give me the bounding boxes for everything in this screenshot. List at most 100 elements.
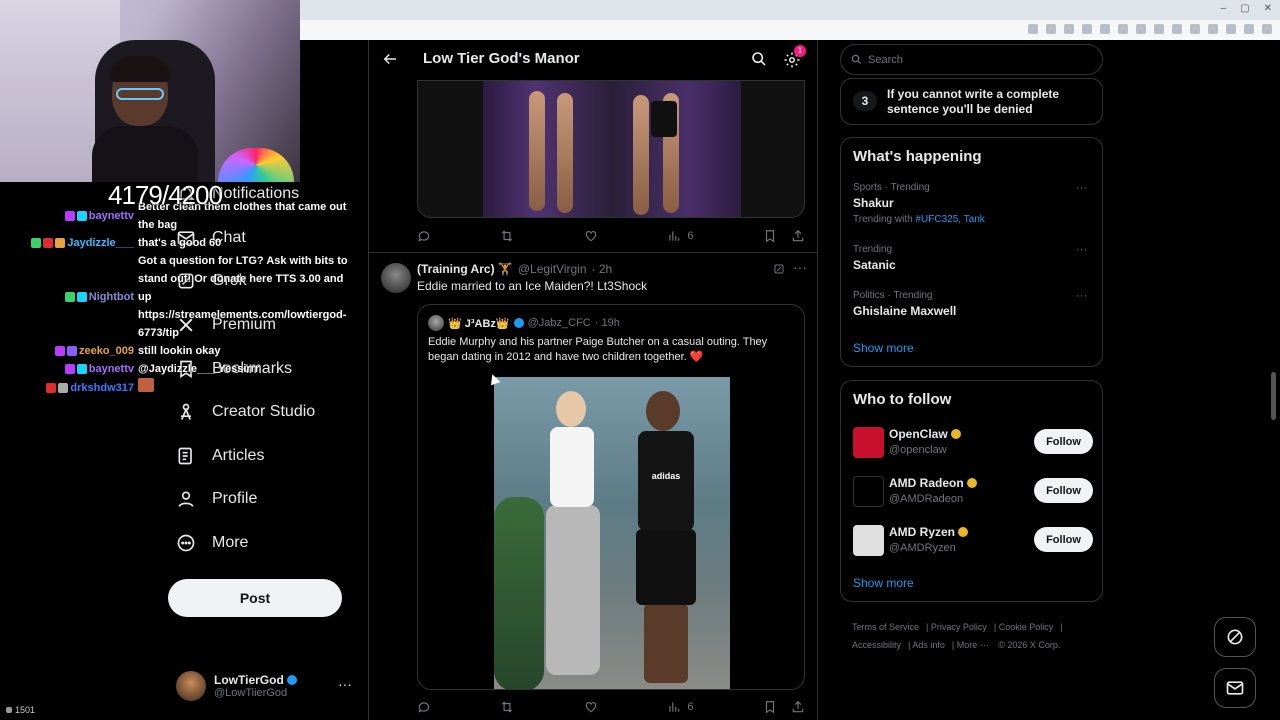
browser-title-bar: – ▢ ✕	[300, 0, 1280, 20]
trend-category: Sports · Trending	[853, 182, 930, 193]
chat-username: baynettv	[88, 363, 134, 375]
shirt-logo: adidas	[651, 471, 681, 481]
trend-more-icon[interactable]: ···	[1076, 244, 1087, 256]
follow-button[interactable]: Follow	[1034, 429, 1093, 454]
share-icon[interactable]	[791, 700, 805, 714]
footer-links: Terms of Service | Privacy Policy | Cookie…	[852, 622, 1063, 650]
footer-more[interactable]: More ···	[957, 640, 989, 650]
stream-chat: baynettv Better clean them clothes that …	[0, 198, 360, 398]
trend-category: Politics · Trending	[853, 290, 933, 301]
repost-icon[interactable]	[500, 229, 514, 243]
chat-message: Nightbot Got a question for LTG? Ask wit…	[0, 252, 360, 342]
trend-name: Shakur	[853, 196, 894, 210]
trend-with-tags[interactable]: #UFC325, Tank	[915, 214, 984, 225]
account-name: LowTierGod	[214, 673, 284, 687]
avatar	[853, 476, 884, 507]
scrollbar[interactable]	[1271, 372, 1276, 420]
nav-more[interactable]: More	[176, 533, 248, 553]
views-icon	[669, 702, 680, 712]
follow-suggestion[interactable]: AMD Radeon @AMDRadeon Follow	[853, 474, 1093, 508]
chat-message: drkshdw317	[0, 378, 360, 398]
window-controls[interactable]: – ▢ ✕	[1221, 3, 1272, 14]
tweet-more-icon[interactable]: ···	[793, 259, 807, 275]
nav-profile[interactable]: Profile	[176, 489, 257, 509]
nav-more-label: More	[212, 534, 249, 551]
follow-button[interactable]: Follow	[1034, 478, 1093, 503]
bookmark-icon[interactable]	[763, 229, 777, 243]
trend-more-icon[interactable]: ···	[1076, 290, 1087, 302]
bot-badge-icon	[76, 292, 87, 302]
browser-extension-icons[interactable]	[1028, 24, 1272, 34]
trend-item[interactable]: Politics · Trending Ghislaine Maxwell ··…	[853, 290, 1093, 318]
show-more-link[interactable]: Show more	[853, 576, 914, 590]
suggestion-handle: @openclaw	[889, 444, 947, 456]
suggestion-handle: @AMDRyzen	[889, 542, 956, 554]
avatar	[176, 671, 206, 701]
reply-icon[interactable]	[417, 229, 431, 243]
trend-item[interactable]: Sports · Trending Shakur Trending with #…	[853, 182, 1093, 225]
post-button[interactable]: Post	[168, 579, 342, 617]
viewer-count: 1501	[6, 705, 35, 715]
search-icon[interactable]	[751, 51, 767, 67]
footer-privacy[interactable]: Privacy Policy	[931, 622, 987, 632]
tweet-author-name[interactable]: (Training Arc) 🏋	[417, 262, 513, 276]
nav-articles-label: Articles	[212, 447, 265, 464]
footer-terms[interactable]: Terms of Service	[852, 622, 919, 632]
trend-more-icon[interactable]: ···	[1076, 182, 1087, 194]
profile-icon	[178, 491, 194, 507]
bookmark-icon[interactable]	[763, 700, 777, 714]
account-more-icon[interactable]: ···	[338, 676, 352, 692]
follow-suggestion[interactable]: AMD Ryzen @AMDRyzen Follow	[853, 523, 1093, 557]
tweet[interactable]: (Training Arc) 🏋 @LegitVirgin · 2h ··· E…	[369, 253, 817, 720]
quoted-tweet[interactable]: 👑 J³ABz👑 @Jabz_CFC · 19h Eddie Murphy an…	[417, 304, 805, 690]
like-icon[interactable]	[584, 700, 598, 714]
follow-button[interactable]: Follow	[1034, 527, 1093, 552]
suggestion-handle: @AMDRadeon	[889, 493, 964, 505]
quoted-time: · 19h	[594, 317, 620, 329]
panel-title: What's happening	[853, 148, 982, 165]
chat-username: zeeko_009	[78, 345, 134, 357]
quoted-text: Eddie Murphy and his partner Paige Butch…	[428, 336, 768, 363]
suggestion-name: OpenClaw	[889, 427, 948, 441]
account-switcher[interactable]: LowTierGod @LowTiierGod ···	[176, 668, 356, 704]
chat-message: baynettv @Jaydizzle___ Yessirrr	[0, 360, 360, 378]
like-icon[interactable]	[584, 229, 598, 243]
chat-username: Nightbot	[88, 291, 134, 303]
share-icon[interactable]	[791, 229, 805, 243]
post-actions: 6	[417, 224, 805, 248]
search-input[interactable]: Search	[840, 44, 1103, 75]
avatar	[853, 427, 884, 458]
follow-suggestion[interactable]: OpenClaw @openclaw Follow	[853, 425, 1093, 459]
grok-icon[interactable]	[773, 263, 785, 275]
views-count[interactable]: 6	[667, 229, 694, 243]
avatar[interactable]	[381, 263, 411, 293]
community-rule[interactable]: 3 If you cannot write a complete sentenc…	[840, 78, 1103, 125]
show-more-link[interactable]: Show more	[853, 341, 914, 355]
grok-float-button[interactable]	[1214, 617, 1256, 657]
tier-badge-icon	[66, 346, 77, 356]
footer-ads[interactable]: Ads info	[912, 640, 945, 650]
who-to-follow-panel: Who to follow OpenClaw @openclaw Follow …	[840, 380, 1103, 602]
chat-text: still lookin okay	[138, 345, 221, 357]
trend-item[interactable]: Trending Satanic ···	[853, 244, 1093, 272]
page-title: Low Tier God's Manor	[423, 50, 580, 67]
nav-creator-studio[interactable]: Creator Studio	[176, 402, 315, 422]
nav-articles[interactable]: Articles	[176, 446, 264, 466]
footer-accessibility[interactable]: Accessibility	[852, 640, 901, 650]
repost-icon[interactable]	[500, 700, 514, 714]
back-arrow-icon[interactable]	[381, 50, 399, 68]
views-count[interactable]: 6	[667, 700, 694, 714]
tweet-time[interactable]: · 2h	[592, 262, 613, 276]
reply-icon[interactable]	[417, 700, 431, 714]
messages-float-button[interactable]	[1214, 668, 1256, 708]
tweet-author-handle[interactable]: @LegitVirgin	[518, 262, 587, 276]
footer-cookie[interactable]: Cookie Policy	[999, 622, 1054, 632]
quoted-photo[interactable]: adidas	[494, 377, 730, 689]
views-value: 6	[687, 701, 694, 713]
trend-category: Trending	[853, 244, 893, 255]
bits-badge-icon	[55, 238, 66, 248]
chat-username: drkshdw317	[70, 382, 134, 394]
post-image[interactable]	[417, 80, 805, 218]
sub-badge-icon	[54, 346, 65, 356]
tweet-actions: 6	[417, 695, 805, 719]
